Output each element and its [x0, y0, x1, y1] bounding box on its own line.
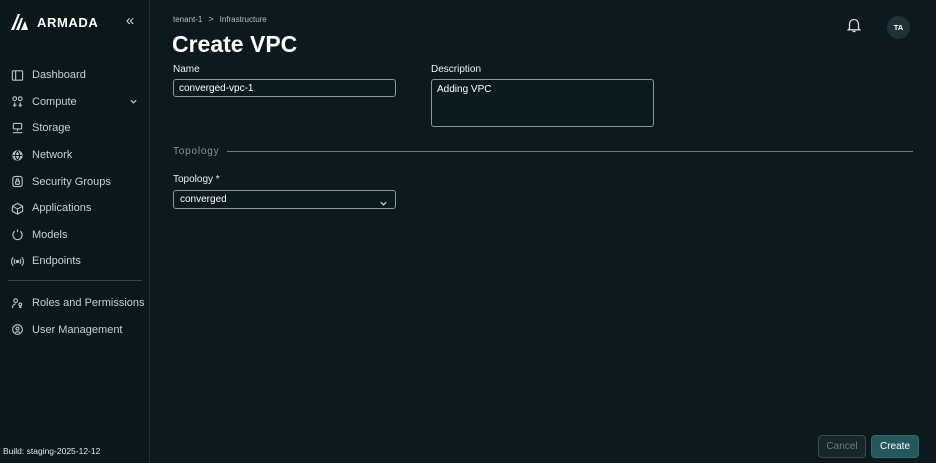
chevron-down-icon	[129, 97, 139, 107]
sidebar: ARMADA « Dashboard Compute Storage Netwo…	[0, 0, 150, 463]
armada-logo-icon	[11, 14, 28, 30]
sidebar-nav: Dashboard Compute Storage Network Securi…	[0, 62, 150, 275]
endpoints-icon	[10, 254, 24, 268]
create-button[interactable]: Create	[871, 435, 919, 458]
description-textarea[interactable]: Adding VPC	[431, 79, 654, 127]
main-content: tenant-1 > Infrastructure Create VPC TA …	[150, 0, 936, 463]
sidebar-item-storage[interactable]: Storage	[0, 115, 150, 142]
sidebar-item-user-management[interactable]: User Management	[0, 317, 150, 344]
notifications-bell-icon[interactable]	[845, 16, 865, 36]
topology-label: Topology *	[173, 174, 220, 185]
sidebar-item-label: Endpoints	[32, 255, 81, 268]
chevron-down-icon	[379, 195, 389, 206]
compute-icon	[10, 95, 24, 109]
sidebar-divider	[8, 280, 142, 281]
build-version: Build: staging-2025-12-12	[3, 446, 101, 456]
network-icon	[10, 148, 24, 162]
models-icon	[10, 228, 24, 242]
sidebar-item-label: Security Groups	[32, 175, 111, 188]
sidebar-item-label: Storage	[32, 122, 71, 135]
storage-icon	[10, 121, 24, 135]
section-divider	[227, 150, 913, 152]
breadcrumb: tenant-1 > Infrastructure	[173, 14, 267, 24]
page-title: Create VPC	[172, 31, 298, 57]
breadcrumb-infrastructure[interactable]: Infrastructure	[220, 15, 267, 24]
sidebar-item-roles-and-permissions[interactable]: Roles and Permissions	[0, 290, 150, 317]
topology-select[interactable]: converged	[173, 190, 396, 209]
brand-logo[interactable]: ARMADA	[9, 13, 98, 31]
sidebar-item-label: User Management	[32, 323, 123, 336]
sidebar-item-label: Network	[32, 149, 73, 162]
sidebar-item-label: Compute	[32, 95, 77, 108]
sidebar-item-label: Applications	[32, 202, 92, 215]
cancel-button[interactable]: Cancel	[818, 435, 866, 458]
roles-icon	[10, 296, 24, 310]
name-input[interactable]	[173, 79, 396, 97]
sidebar-item-models[interactable]: Models	[0, 222, 150, 249]
sidebar-item-applications[interactable]: Applications	[0, 195, 150, 222]
breadcrumb-separator: >	[208, 14, 214, 24]
sidebar-item-label: Dashboard	[32, 69, 86, 82]
sidebar-item-label: Roles and Permissions	[32, 297, 145, 310]
sidebar-item-endpoints[interactable]: Endpoints	[0, 248, 150, 275]
sidebar-item-label: Models	[32, 228, 68, 241]
sidebar-item-dashboard[interactable]: Dashboard	[0, 62, 150, 89]
name-label: Name	[173, 64, 200, 75]
collapse-sidebar-button[interactable]: «	[122, 13, 138, 29]
topology-select-value: converged	[180, 194, 227, 205]
sidebar-admin-nav: Roles and Permissions User Management	[0, 290, 150, 343]
sidebar-item-security-groups[interactable]: Security Groups	[0, 168, 150, 195]
sidebar-item-compute[interactable]: Compute	[0, 89, 150, 116]
topology-section-title: Topology	[173, 145, 220, 157]
user-management-icon	[10, 323, 24, 337]
topology-section-header: Topology	[173, 145, 913, 157]
sidebar-item-network[interactable]: Network	[0, 142, 150, 169]
avatar[interactable]: TA	[887, 16, 910, 39]
security-icon	[10, 175, 24, 189]
dashboard-icon	[10, 68, 24, 82]
brand-name: ARMADA	[37, 14, 99, 30]
app-shell: ARMADA « Dashboard Compute Storage Netwo…	[0, 0, 936, 463]
breadcrumb-tenant[interactable]: tenant-1	[173, 15, 202, 24]
applications-icon	[10, 201, 24, 215]
description-label: Description	[431, 64, 482, 75]
